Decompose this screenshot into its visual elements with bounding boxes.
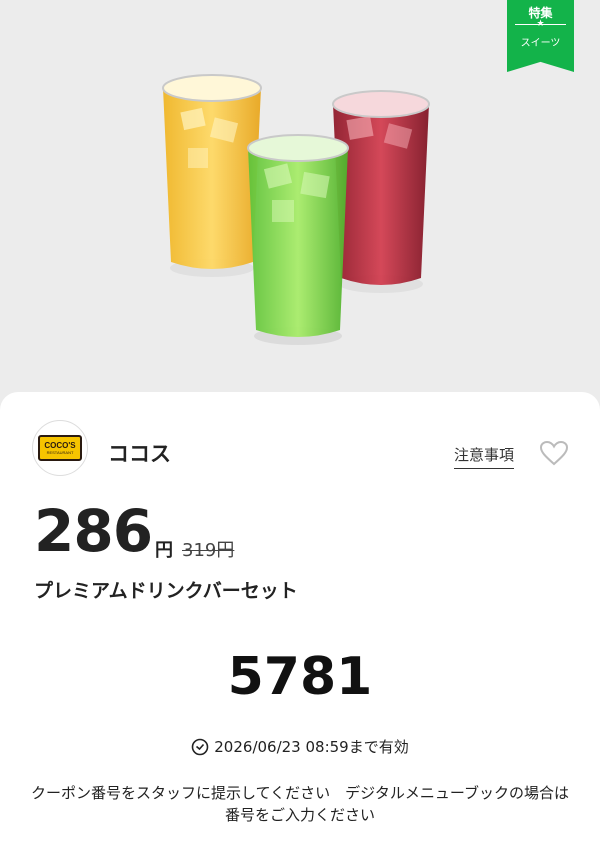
logo-subtext: RESTAURANT [46, 450, 74, 455]
clock-icon [191, 738, 209, 755]
heart-icon[interactable] [539, 440, 569, 466]
logo-text: COCO'S [44, 441, 76, 450]
usage-instructions: クーポン番号をスタッフに提示してください デジタルメニューブックの場合は番号をご… [31, 784, 569, 824]
notes-link[interactable]: 注意事項 [454, 444, 515, 469]
cocos-logo-icon: COCO'S RESTAURANT [38, 435, 82, 461]
discount-price: 286 [34, 497, 153, 565]
coupon-code: 5781 [227, 647, 373, 707]
expiry-text: 2026/06/23 08:59まで有効 [214, 738, 409, 756]
product-image: 特集 ★ スイーツ [0, 0, 600, 400]
product-title: プレミアムドリンクバーセット [34, 580, 298, 602]
star-icon: ★ [536, 19, 545, 29]
expiry-row: 2026/06/23 08:59まで有効 [0, 736, 600, 757]
original-price: 319円 [182, 540, 235, 561]
store-logo: COCO'S RESTAURANT [32, 420, 88, 476]
feature-badge[interactable]: 特集 ★ スイーツ [507, 0, 574, 72]
badge-category: スイーツ [520, 38, 561, 49]
currency-label: 円 [155, 540, 173, 561]
coupon-card: COCO'S RESTAURANT ココス 注意事項 286 円 319円 プレ… [0, 392, 600, 860]
store-name: ココス [108, 442, 171, 466]
